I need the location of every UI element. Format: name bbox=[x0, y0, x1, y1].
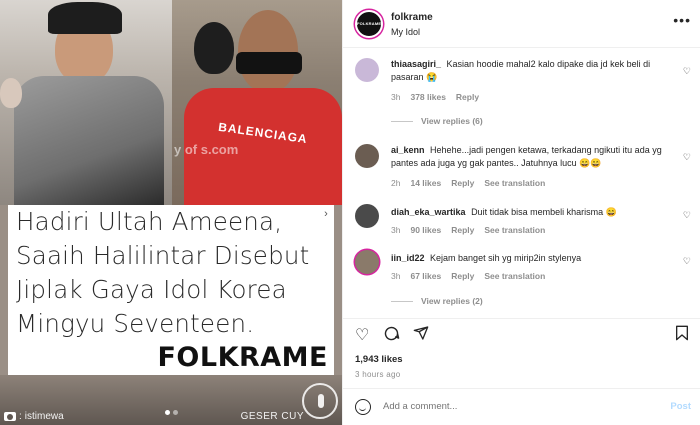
headline-card: Hadiri Ultah Ameena, Saaih Halilintar Di… bbox=[8, 205, 334, 375]
post-time: 3 hours ago bbox=[355, 370, 401, 379]
add-comment-bar: Post bbox=[343, 388, 700, 425]
comment-likes[interactable]: 14 likes bbox=[410, 178, 441, 188]
post-subtitle: My Idol bbox=[391, 27, 421, 37]
see-translation-button[interactable]: See translation bbox=[484, 225, 545, 235]
post-header: FOLKRAME folkrame My Idol ••• bbox=[343, 0, 700, 48]
comment-text: diah_eka_wartika Duit tidak bisa membeli… bbox=[391, 206, 676, 219]
sunglasses bbox=[236, 52, 302, 74]
comment-username[interactable]: iin_id22 bbox=[391, 253, 425, 263]
person-head bbox=[238, 10, 298, 92]
like-heart-icon[interactable]: ♡ bbox=[683, 152, 691, 163]
cap bbox=[48, 2, 122, 34]
view-replies-button[interactable]: View replies (2) bbox=[391, 296, 483, 306]
headline-line: Saaih Halilintar Disebut bbox=[16, 241, 310, 270]
reply-button[interactable]: Reply bbox=[451, 271, 474, 281]
photo-credit: : istimewa bbox=[4, 411, 64, 422]
more-options-icon[interactable]: ••• bbox=[673, 12, 691, 28]
post-side-panel: FOLKRAME folkrame My Idol ••• thiaasagir… bbox=[342, 0, 700, 425]
view-replies-button[interactable]: View replies (6) bbox=[391, 116, 483, 126]
camera-icon bbox=[4, 412, 16, 421]
comment-username[interactable]: thiaasagiri_ bbox=[391, 59, 441, 69]
avatar[interactable] bbox=[355, 58, 379, 82]
comment-icon[interactable] bbox=[383, 325, 400, 347]
reply-button[interactable]: Reply bbox=[456, 92, 479, 102]
comment-text: thiaasagiri_ Kasian hoodie mahal2 kalo d… bbox=[391, 58, 676, 84]
reply-button[interactable]: Reply bbox=[451, 225, 474, 235]
action-bar: ♡ bbox=[343, 318, 700, 348]
comment-time: 3h bbox=[391, 92, 401, 102]
see-translation-button[interactable]: See translation bbox=[484, 271, 545, 281]
comment-likes[interactable]: 67 likes bbox=[410, 271, 441, 281]
comment-likes[interactable]: 90 likes bbox=[410, 225, 441, 235]
comment-username[interactable]: ai_kenn bbox=[391, 145, 425, 155]
carousel-dots bbox=[165, 410, 178, 415]
bystander-hair bbox=[194, 22, 234, 74]
comments-list: thiaasagiri_ Kasian hoodie mahal2 kalo d… bbox=[343, 48, 700, 318]
comment-time: 3h bbox=[391, 225, 401, 235]
carousel-dot[interactable] bbox=[165, 410, 170, 415]
view-replies-label[interactable]: View replies (2) bbox=[421, 296, 483, 306]
avatar[interactable]: FOLKRAME bbox=[355, 10, 383, 38]
comment-meta: 3h 90 likes Reply See translation bbox=[391, 225, 545, 235]
likes-count[interactable]: 1,943 likes bbox=[355, 354, 403, 365]
avatar[interactable] bbox=[355, 204, 379, 228]
person-body bbox=[14, 76, 164, 206]
headline: Hadiri Ultah Ameena, Saaih Halilintar Di… bbox=[16, 205, 338, 341]
avatar[interactable] bbox=[355, 250, 379, 274]
like-heart-icon[interactable]: ♡ bbox=[683, 256, 691, 267]
faint-watermark: y of s.com bbox=[174, 142, 239, 157]
comment-emoji: 😄😄 bbox=[579, 158, 602, 168]
comment-content: Hehehe...jadi pengen ketawa, terkadang n… bbox=[391, 145, 662, 168]
comment-emoji: 😄 bbox=[605, 207, 617, 217]
reply-button[interactable]: Reply bbox=[451, 178, 474, 188]
headline-line: Mingyu Seventeen. bbox=[16, 309, 255, 338]
swipe-hand-icon bbox=[302, 383, 338, 419]
headline-line: Jiplak Gaya Idol Korea bbox=[16, 275, 287, 304]
like-heart-icon[interactable]: ♡ bbox=[683, 66, 691, 77]
comment-meta: 3h 67 likes Reply See translation bbox=[391, 271, 545, 281]
credit-text: istimewa bbox=[24, 411, 64, 422]
comment-text: iin_id22 Kejam banget sih yg mirip2in st… bbox=[391, 252, 676, 265]
comment-likes[interactable]: 378 likes bbox=[410, 92, 445, 102]
media-footer: : istimewa GESER CUY bbox=[0, 375, 342, 425]
brand-logo: FOLKRAME bbox=[157, 342, 328, 373]
bystander bbox=[0, 78, 22, 108]
comment-content: Duit tidak bisa membeli kharisma bbox=[471, 207, 604, 217]
avatar[interactable] bbox=[355, 144, 379, 168]
share-icon[interactable] bbox=[413, 325, 429, 346]
replies-divider bbox=[391, 120, 413, 122]
comment-username[interactable]: diah_eka_wartika bbox=[391, 207, 466, 217]
comment-content: Kejam banget sih yg mirip2in stylenya bbox=[430, 253, 582, 263]
view-replies-label[interactable]: View replies (6) bbox=[421, 116, 483, 126]
post-media[interactable]: BALENCIAGA y of s.com Hadiri Ultah Ameen… bbox=[0, 0, 342, 425]
comment-meta: 3h 378 likes Reply bbox=[391, 92, 479, 102]
replies-divider bbox=[391, 300, 413, 302]
photo-left bbox=[0, 0, 172, 206]
post-button[interactable]: Post bbox=[670, 401, 691, 412]
comment-time: 3h bbox=[391, 271, 401, 281]
like-heart-icon[interactable]: ♡ bbox=[683, 210, 691, 221]
username[interactable]: folkrame bbox=[391, 12, 433, 23]
comment-emoji: 😭 bbox=[426, 72, 438, 82]
comment-text: ai_kenn Hehehe...jadi pengen ketawa, ter… bbox=[391, 144, 676, 170]
carousel-dot[interactable] bbox=[173, 410, 178, 415]
headline-line: Hadiri Ultah Ameena, bbox=[16, 207, 283, 236]
like-heart-icon[interactable]: ♡ bbox=[355, 325, 369, 345]
next-slide-button[interactable]: › bbox=[318, 206, 334, 222]
bookmark-icon[interactable] bbox=[675, 325, 689, 346]
photo-right: BALENCIAGA y of s.com bbox=[172, 0, 342, 205]
comment-input[interactable] bbox=[383, 401, 643, 412]
emoji-picker-icon[interactable] bbox=[355, 399, 371, 415]
swipe-hint: GESER CUY bbox=[240, 411, 304, 422]
comment-time: 2h bbox=[391, 178, 401, 188]
comment-meta: 2h 14 likes Reply See translation bbox=[391, 178, 545, 188]
see-translation-button[interactable]: See translation bbox=[484, 178, 545, 188]
